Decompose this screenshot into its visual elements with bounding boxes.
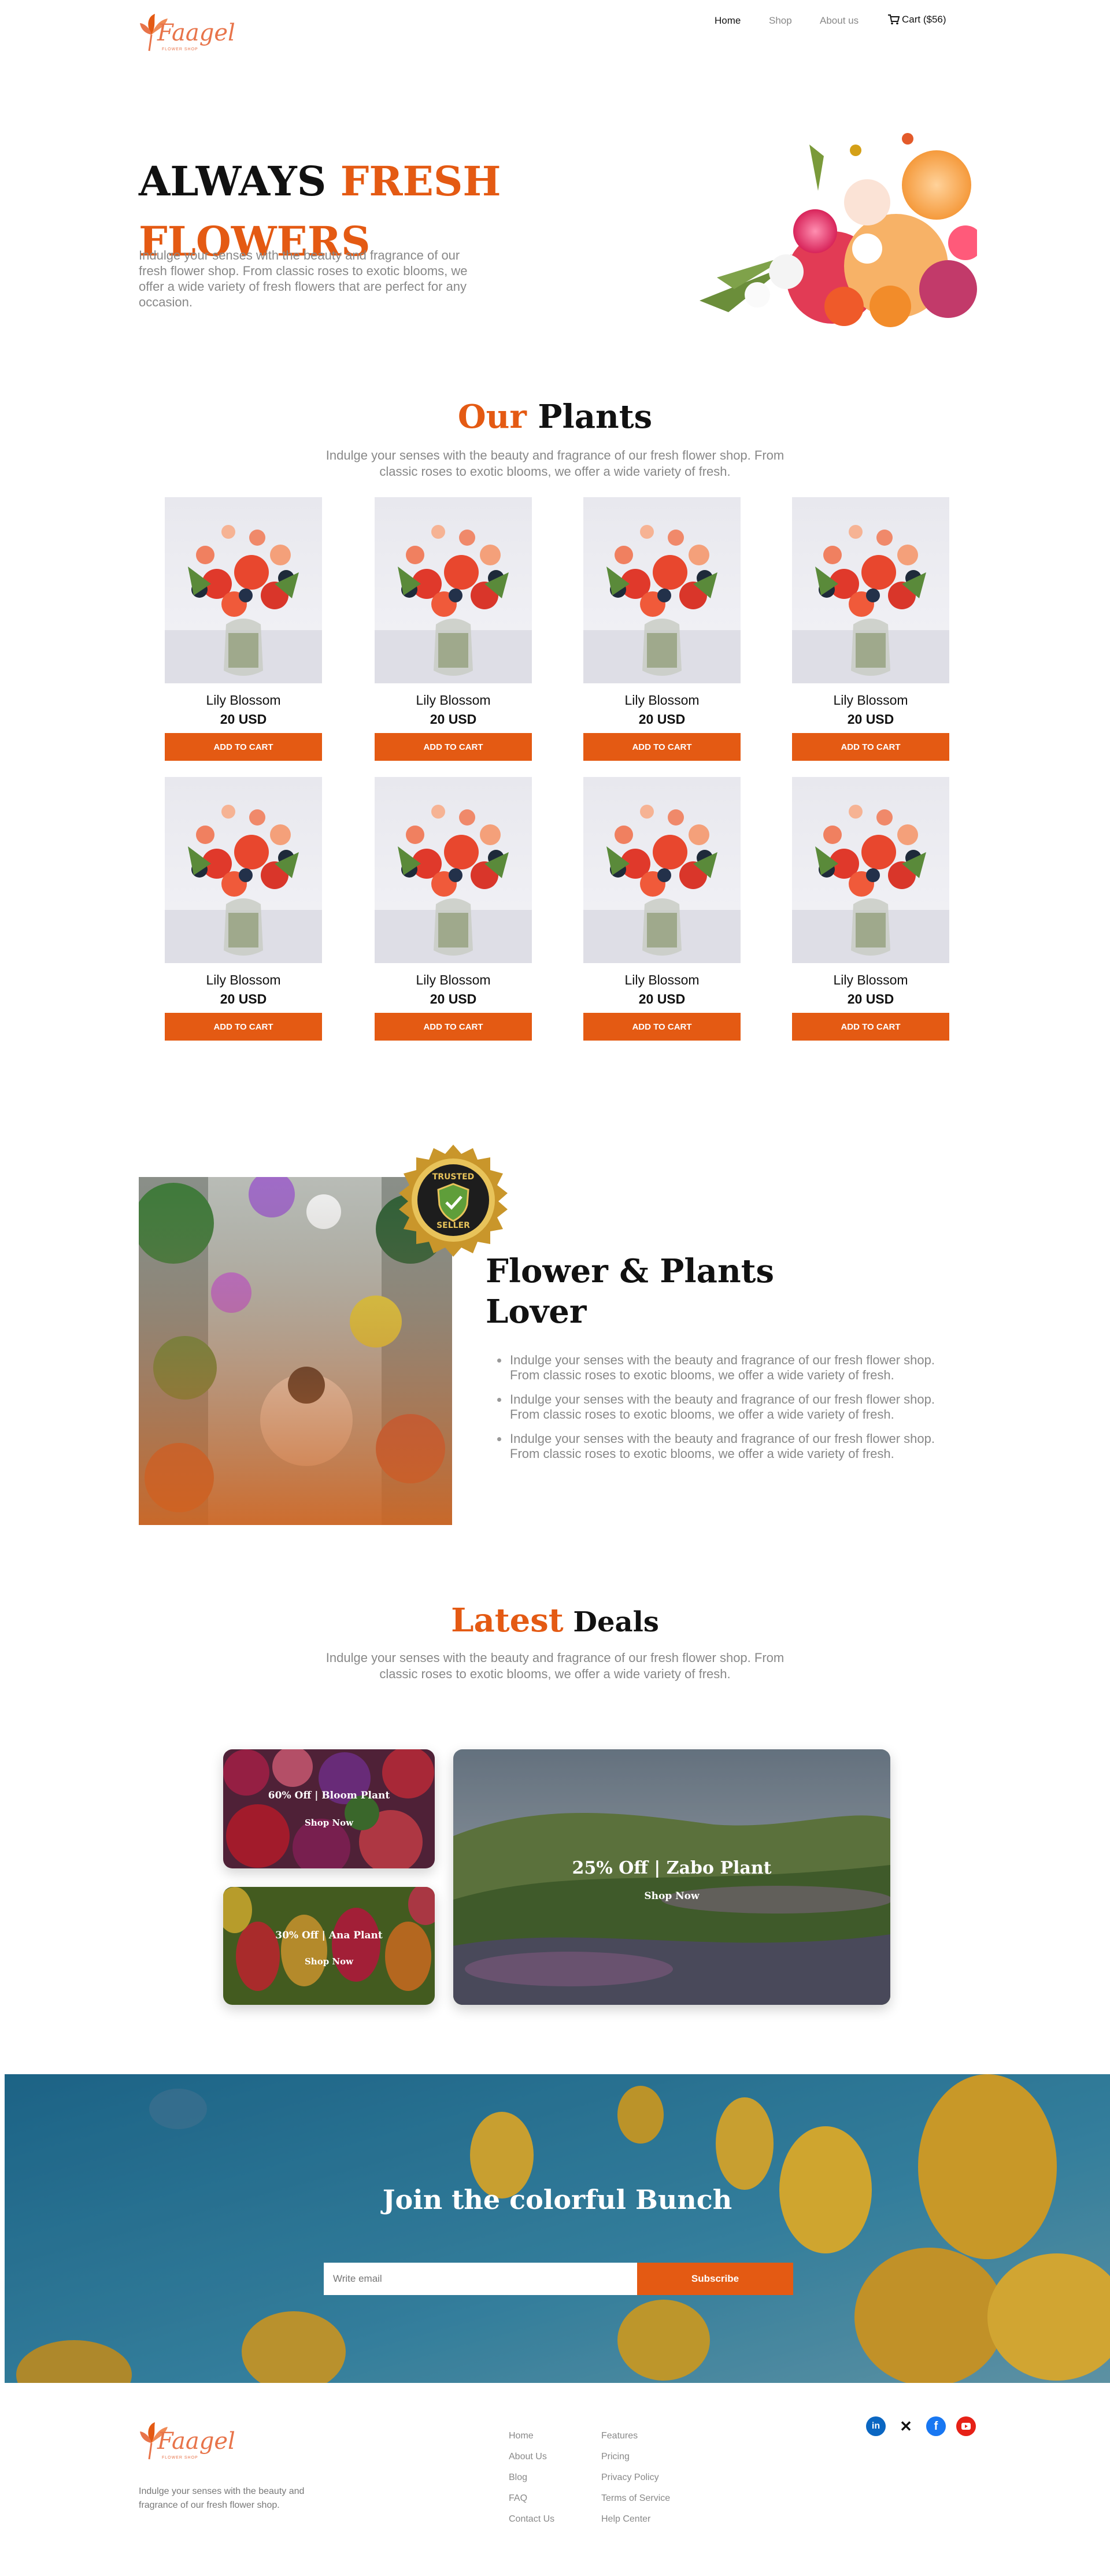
newsletter-section: Join the colorful Bunch Subscribe — [5, 2074, 1110, 2383]
footer-link-features[interactable]: Features — [601, 2426, 670, 2447]
product-card[interactable]: Lily Blossom 20 USD ADD TO CART — [792, 497, 949, 761]
nav-shop[interactable]: Shop — [769, 15, 792, 27]
footer-description: Indulge your senses with the beauty and … — [139, 2486, 305, 2510]
subscribe-button[interactable]: Subscribe — [637, 2263, 793, 2295]
deals-section-title: Latest Deals — [451, 1601, 659, 1639]
deal-card-bloom[interactable]: 60% Off | Bloom Plant Shop Now — [223, 1749, 435, 1868]
email-input[interactable] — [324, 2263, 637, 2295]
add-to-cart-button[interactable]: ADD TO CART — [583, 1013, 741, 1041]
bouquet-vase-image — [792, 497, 949, 683]
product-name: Lily Blossom — [206, 972, 281, 987]
product-price: 20 USD — [430, 712, 477, 727]
product-name: Lily Blossom — [624, 972, 700, 987]
brand-logo[interactable]: Faagel FLOWER SHOP — [139, 6, 235, 52]
product-price: 20 USD — [847, 712, 894, 727]
bouquet-vase-image — [165, 497, 322, 683]
bouquet-vase-image — [792, 777, 949, 963]
tulips-image — [223, 1887, 435, 2005]
list-item: Indulge your senses with the beauty and … — [497, 1353, 960, 1383]
add-to-cart-button[interactable]: ADD TO CART — [375, 733, 532, 761]
lover-section-title: Flower & Plants Lover — [486, 1252, 775, 1331]
plants-section-title: Our Plants — [457, 398, 653, 436]
footer-link-pricing[interactable]: Pricing — [601, 2447, 670, 2467]
logo-subtitle: FLOWER SHOP — [162, 2456, 198, 2460]
deal-title: 60% Off | Bloom Plant — [268, 1790, 390, 1801]
product-card[interactable]: Lily Blossom 20 USD ADD TO CART — [583, 497, 741, 761]
product-name: Lily Blossom — [416, 972, 491, 987]
product-price: 20 USD — [847, 991, 894, 1006]
bouquet-vase-image — [583, 497, 741, 683]
product-card[interactable]: Lily Blossom 20 USD ADD TO CART — [165, 497, 322, 761]
plants-description: Indulge your senses with the beauty and … — [325, 448, 785, 479]
logo-text: Faagel — [157, 20, 235, 46]
add-to-cart-button[interactable]: ADD TO CART — [792, 733, 949, 761]
footer-links-col2: Features Pricing Privacy Policy Terms of… — [601, 2426, 670, 2530]
cart-icon — [888, 14, 900, 25]
logo-subtitle: FLOWER SHOP — [162, 47, 198, 51]
bouquet-vase-image — [583, 777, 741, 963]
cart-label: Cart ($56) — [902, 14, 946, 25]
bouquet-vase-image — [375, 497, 532, 683]
add-to-cart-button[interactable]: ADD TO CART — [165, 733, 322, 761]
footer-link-help[interactable]: Help Center — [601, 2509, 670, 2530]
lover-benefits-list: Indulge your senses with the beauty and … — [497, 1353, 960, 1471]
deal-title: 25% Off | Zabo Plant — [572, 1858, 772, 1878]
facebook-icon[interactable]: f — [926, 2416, 946, 2436]
product-name: Lily Blossom — [833, 972, 908, 987]
add-to-cart-button[interactable]: ADD TO CART — [792, 1013, 949, 1041]
product-name: Lily Blossom — [416, 693, 491, 708]
product-card[interactable]: Lily Blossom 20 USD ADD TO CART — [375, 497, 532, 761]
shop-now-link[interactable]: Shop Now — [223, 1818, 435, 1828]
newsletter-title: Join the colorful Bunch — [382, 2184, 732, 2215]
product-card[interactable]: Lily Blossom 20 USD ADD TO CART — [583, 777, 741, 1041]
bloom-flowers-image — [223, 1749, 435, 1868]
footer-logo[interactable]: Faagel FLOWER SHOP — [139, 2414, 235, 2460]
youtube-icon[interactable] — [956, 2416, 976, 2436]
bouquet-vase-image — [165, 777, 322, 963]
footer-link-blog[interactable]: Blog — [509, 2467, 554, 2488]
product-card[interactable]: Lily Blossom 20 USD ADD TO CART — [375, 777, 532, 1041]
deal-title: 30% Off | Ana Plant — [275, 1930, 383, 1941]
logo-text: Faagel — [157, 2428, 235, 2455]
product-price: 20 USD — [638, 991, 686, 1006]
footer-link-privacy[interactable]: Privacy Policy — [601, 2467, 670, 2488]
footer-link-faq[interactable]: FAQ — [509, 2488, 554, 2509]
shop-now-link[interactable]: Shop Now — [223, 1956, 435, 1967]
x-icon[interactable]: ✕ — [896, 2416, 916, 2436]
yellow-poppies-background — [5, 2074, 1110, 2383]
hero-bouquet-image — [694, 133, 977, 330]
product-price: 20 USD — [220, 712, 267, 727]
shop-now-link[interactable]: Shop Now — [453, 1890, 890, 1902]
footer-link-about[interactable]: About Us — [509, 2447, 554, 2467]
product-price: 20 USD — [638, 712, 686, 727]
hero-description: Indulge your senses with the beauty and … — [139, 248, 468, 309]
deals-description: Indulge your senses with the beauty and … — [325, 1650, 785, 1681]
add-to-cart-button[interactable]: ADD TO CART — [165, 1013, 322, 1041]
bouquet-vase-image — [375, 777, 532, 963]
add-to-cart-button[interactable]: ADD TO CART — [375, 1013, 532, 1041]
product-price: 20 USD — [220, 991, 267, 1006]
add-to-cart-button[interactable]: ADD TO CART — [583, 733, 741, 761]
product-price: 20 USD — [430, 991, 477, 1006]
list-item: Indulge your senses with the beauty and … — [497, 1431, 960, 1461]
deal-card-ana[interactable]: 30% Off | Ana Plant Shop Now — [223, 1887, 435, 2005]
product-name: Lily Blossom — [206, 693, 281, 708]
footer-links-col1: Home About Us Blog FAQ Contact Us — [509, 2426, 554, 2530]
product-card[interactable]: Lily Blossom 20 USD ADD TO CART — [165, 777, 322, 1041]
badge-top-text: TRUSTED — [432, 1172, 475, 1182]
product-card[interactable]: Lily Blossom 20 USD ADD TO CART — [792, 777, 949, 1041]
list-item: Indulge your senses with the beauty and … — [497, 1392, 960, 1422]
trusted-seller-badge: TRUSTED SELLER — [399, 1145, 508, 1257]
badge-bottom-text: SELLER — [436, 1221, 470, 1230]
deal-card-zabo[interactable]: 25% Off | Zabo Plant Shop Now — [453, 1749, 890, 2005]
product-name: Lily Blossom — [624, 693, 700, 708]
footer-link-terms[interactable]: Terms of Service — [601, 2488, 670, 2509]
nav-home[interactable]: Home — [715, 15, 741, 27]
footer-link-contact[interactable]: Contact Us — [509, 2509, 554, 2530]
footer-link-home[interactable]: Home — [509, 2426, 554, 2447]
cart-button[interactable]: Cart ($56) — [888, 14, 946, 25]
linkedin-icon[interactable]: in — [866, 2416, 886, 2436]
product-name: Lily Blossom — [833, 693, 908, 708]
nav-about[interactable]: About us — [820, 15, 859, 27]
